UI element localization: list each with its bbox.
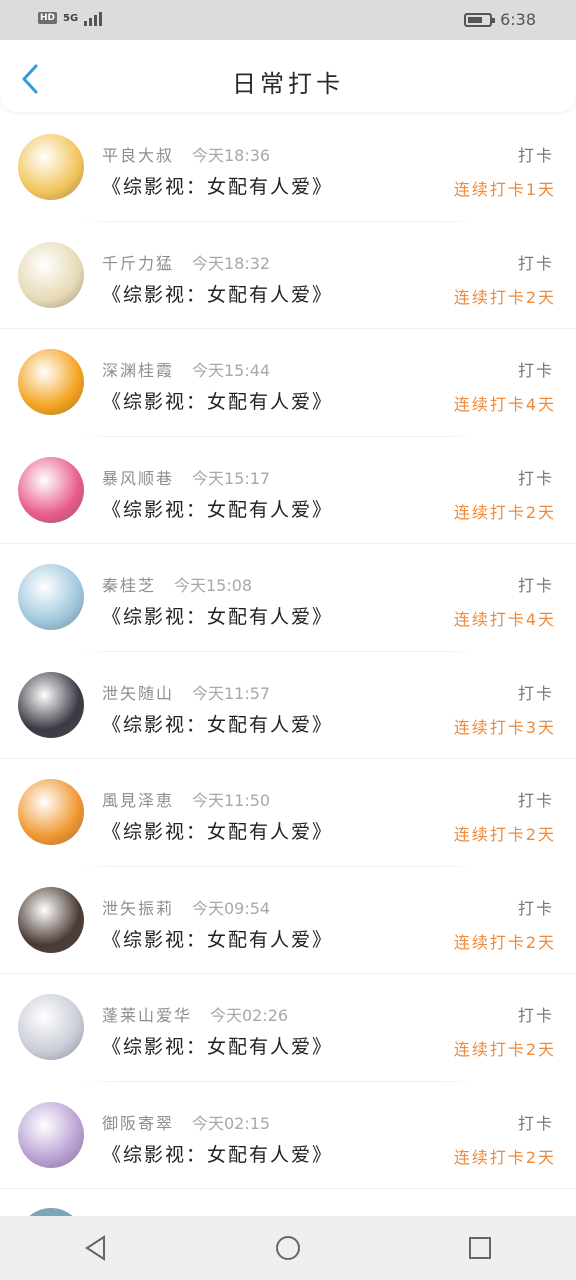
system-nav-bar bbox=[0, 1216, 576, 1280]
checkin-time: 今天15:08 bbox=[174, 576, 253, 595]
list-item[interactable]: 深渊桂霞 今天15:44 《综影视：女配有人爱》 打卡连续打卡4天 bbox=[0, 329, 576, 437]
avatar[interactable] bbox=[18, 779, 84, 845]
user-name[interactable]: 蓬莱山爱华 bbox=[102, 1002, 192, 1026]
network-label: 5G bbox=[63, 12, 79, 24]
signal-icon bbox=[84, 10, 103, 26]
list-item[interactable]: 風見泽恵 今天11:50 《综影视：女配有人爱》 打卡连续打卡2天 bbox=[0, 759, 576, 867]
checkin-time: 今天15:17 bbox=[192, 468, 271, 488]
checkin-time: 今天02:26 bbox=[210, 1006, 289, 1025]
book-title[interactable]: 《综影视：女配有人爱》 bbox=[102, 495, 333, 522]
list-item[interactable]: 暴风顺巷 今天15:17 《综影视：女配有人爱》 打卡连续打卡2天 bbox=[0, 437, 576, 544]
avatar[interactable] bbox=[18, 671, 84, 738]
list-item[interactable]: 千斤力猛 今天18:32 《综影视：女配有人爱》 打卡连续打卡2天 bbox=[0, 222, 576, 329]
book-title[interactable]: 《综影视：女配有人爱》 bbox=[102, 387, 333, 414]
checkin-time: 今天11:50 bbox=[192, 791, 271, 810]
streak-text: 连续打卡3天 bbox=[453, 717, 556, 737]
checkin-label: 打卡 bbox=[517, 898, 554, 918]
list-item[interactable]: 泄矢随山 今天11:57 《综影视：女配有人爱》 打卡连续打卡3天 bbox=[0, 652, 576, 759]
user-name[interactable]: 深渊桂霞 bbox=[102, 357, 174, 381]
book-title[interactable]: 《综影视：女配有人爱》 bbox=[102, 172, 333, 199]
square-recent-icon bbox=[469, 1237, 491, 1259]
status-bar: HD 5G 6:38 bbox=[0, 0, 576, 40]
checkin-time: 今天11:57 bbox=[192, 683, 271, 703]
streak-text: 连续打卡2天 bbox=[453, 287, 556, 307]
streak-text: 连续打卡4天 bbox=[453, 610, 556, 629]
book-title[interactable]: 《综影视：女配有人爱》 bbox=[102, 280, 333, 307]
avatar[interactable] bbox=[18, 1101, 84, 1168]
checkin-label: 打卡 bbox=[517, 1113, 554, 1133]
checkin-label: 打卡 bbox=[517, 253, 554, 273]
user-name[interactable]: 風見泽恵 bbox=[102, 787, 174, 811]
user-name[interactable]: 暴风顺巷 bbox=[102, 465, 174, 489]
checkin-label: 打卡 bbox=[517, 576, 554, 595]
avatar[interactable] bbox=[18, 456, 84, 523]
user-name[interactable]: 千斤力猛 bbox=[102, 250, 174, 274]
user-name[interactable]: 御阪寄翠 bbox=[102, 1110, 174, 1134]
hd-badge: HD bbox=[38, 12, 58, 24]
list-item[interactable]: 泄矢振莉 今天09:54 《综影视：女配有人爱》 打卡连续打卡2天 bbox=[0, 867, 576, 974]
book-title[interactable]: 《综影视：女配有人爱》 bbox=[102, 1140, 333, 1167]
user-name[interactable]: 泄矢随山 bbox=[102, 680, 174, 704]
checkin-label: 打卡 bbox=[517, 1006, 554, 1025]
list-item[interactable]: 蓬莱山爱华 今天02:26 《综影视：女配有人爱》 打卡连续打卡2天 bbox=[0, 974, 576, 1082]
user-name[interactable]: 秦桂芝 bbox=[102, 572, 156, 596]
streak-text: 连续打卡2天 bbox=[453, 1147, 556, 1167]
circle-home-icon bbox=[276, 1236, 300, 1260]
checkin-time: 今天18:32 bbox=[192, 253, 271, 273]
streak-text: 连续打卡2天 bbox=[453, 932, 556, 952]
nav-home-button[interactable] bbox=[258, 1218, 318, 1278]
streak-text: 连续打卡2天 bbox=[453, 825, 556, 844]
avatar[interactable] bbox=[18, 134, 84, 200]
avatar[interactable] bbox=[18, 241, 84, 308]
book-title[interactable]: 《综影视：女配有人爱》 bbox=[102, 710, 333, 737]
book-title[interactable]: 《综影视：女配有人爱》 bbox=[102, 817, 333, 844]
checkin-list: 平良大叔 今天18:36 《综影视：女配有人爱》 打卡 连续打卡1天 千斤力猛 今天18:3… bbox=[0, 114, 576, 1189]
status-right: 6:38 bbox=[464, 10, 536, 29]
book-title[interactable]: 《综影视：女配有人爱》 bbox=[102, 1032, 333, 1059]
clock: 6:38 bbox=[500, 10, 536, 29]
triangle-back-icon bbox=[85, 1235, 105, 1261]
checkin-label: 打卡 bbox=[517, 361, 554, 380]
checkin-label: 打卡 bbox=[517, 791, 554, 810]
checkin-time: 今天02:15 bbox=[192, 1113, 271, 1133]
page-title: 日常打卡 bbox=[232, 70, 344, 98]
avatar[interactable] bbox=[18, 564, 84, 630]
checkin-label: 打卡 bbox=[517, 683, 554, 703]
checkin-label: 打卡 bbox=[517, 146, 554, 165]
streak-text: 连续打卡1天 bbox=[453, 180, 556, 199]
checkin-time: 今天15:44 bbox=[192, 361, 271, 380]
avatar[interactable] bbox=[18, 349, 84, 415]
status-left: HD 5G bbox=[38, 10, 103, 26]
app-header: 日常打卡 bbox=[0, 40, 576, 112]
divider bbox=[0, 1188, 576, 1189]
book-title[interactable]: 《综影视：女配有人爱》 bbox=[102, 602, 333, 629]
avatar[interactable] bbox=[18, 886, 84, 953]
book-title[interactable]: 《综影视：女配有人爱》 bbox=[102, 925, 333, 952]
list-item[interactable]: 秦桂芝 今天15:08 《综影视：女配有人爱》 打卡连续打卡4天 bbox=[0, 544, 576, 652]
list-item[interactable]: 平良大叔 今天18:36 《综影视：女配有人爱》 打卡连续打卡1天 bbox=[0, 114, 576, 222]
streak-text: 连续打卡4天 bbox=[453, 395, 556, 414]
checkin-label: 打卡 bbox=[517, 468, 554, 488]
checkin-time: 今天09:54 bbox=[192, 898, 271, 918]
nav-back-button[interactable] bbox=[66, 1218, 126, 1278]
streak-text: 连续打卡2天 bbox=[453, 1040, 556, 1059]
user-name[interactable]: 泄矢振莉 bbox=[102, 895, 174, 919]
user-name[interactable]: 平良大叔 bbox=[102, 142, 174, 166]
nav-recent-button[interactable] bbox=[450, 1218, 510, 1278]
checkin-time: 今天18:36 bbox=[192, 146, 271, 165]
list-item[interactable]: 御阪寄翠 今天02:15 《综影视：女配有人爱》 打卡连续打卡2天 bbox=[0, 1082, 576, 1189]
battery-icon bbox=[464, 12, 496, 27]
avatar[interactable] bbox=[18, 994, 84, 1060]
streak-text: 连续打卡2天 bbox=[453, 502, 556, 522]
